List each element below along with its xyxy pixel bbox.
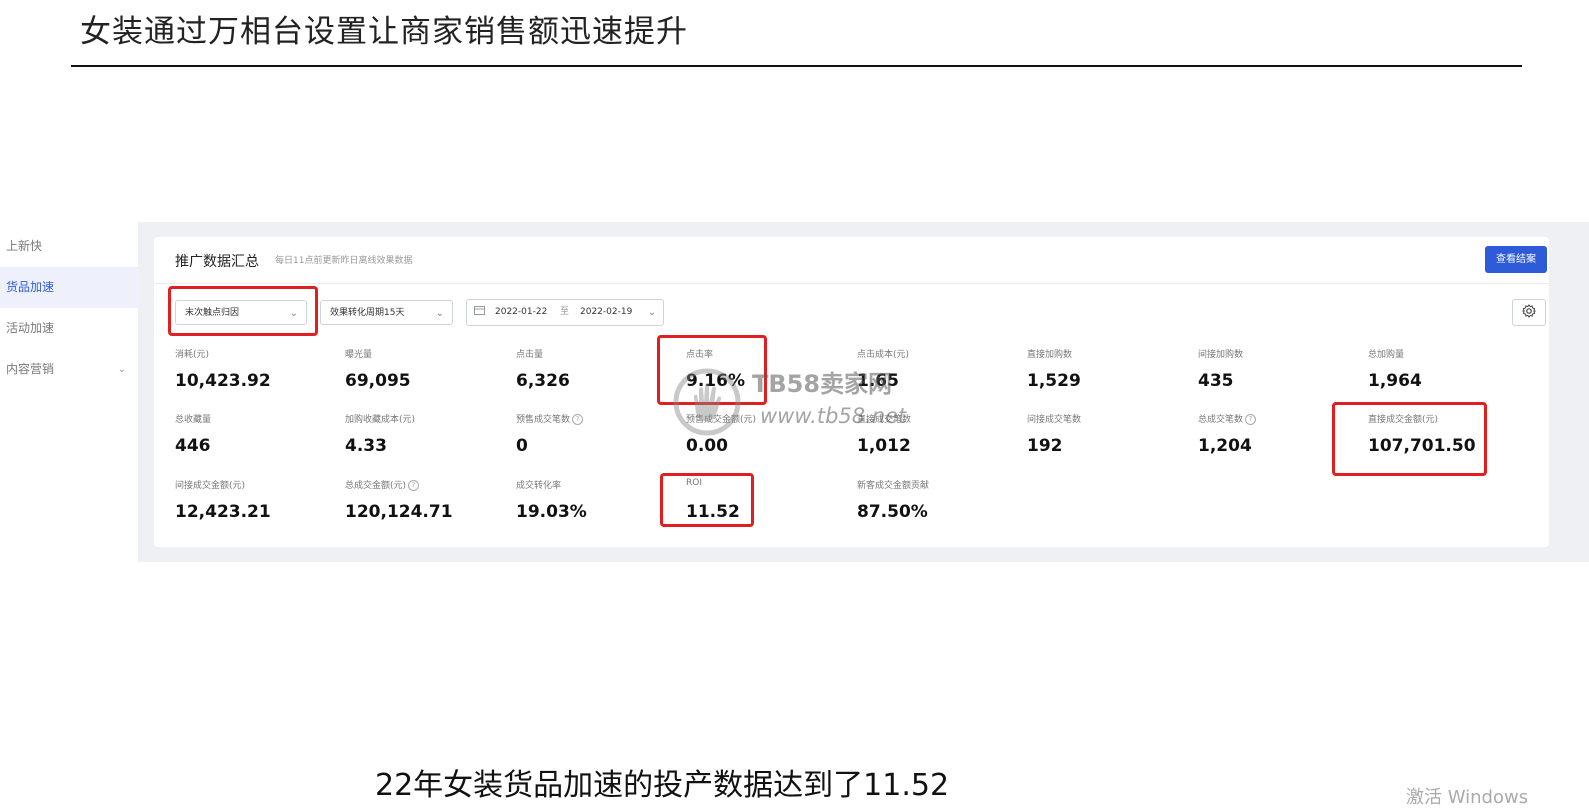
metric-label: 消耗(元) [175, 350, 210, 360]
metric-value: 1,012 [857, 436, 911, 456]
sidebar-item-product-boost[interactable]: 货品加速 [0, 267, 140, 308]
metric-label: 间接加购数 [1198, 350, 1244, 360]
metric-label: 点击成本(元) [857, 350, 910, 360]
metric-label: 直接加购数 [1027, 350, 1073, 360]
metric-value: 87.50% [857, 502, 928, 522]
metric-label: 曝光量 [345, 350, 373, 360]
highlight-direct-gmv [1332, 402, 1487, 476]
metric-label: 加购收藏成本(元) [345, 415, 416, 425]
calendar-icon [474, 300, 485, 325]
metric-label-text: 总成交金额(元) [345, 481, 407, 491]
metric-value: 120,124.71 [345, 502, 453, 522]
metric-value: 69,095 [345, 371, 411, 391]
metric-direct-cart: 直接加购数 1,529 [1027, 347, 1187, 391]
metric-value: 446 [175, 436, 211, 456]
metric-total-cart: 总加购量 1,964 [1368, 347, 1528, 391]
metric-indirect-orders: 间接成交笔数 192 [1027, 412, 1187, 456]
metric-value: 1,964 [1368, 371, 1422, 391]
metric-value: 4.33 [345, 436, 387, 456]
date-separator: 至 [560, 307, 570, 317]
highlight-roi [660, 473, 754, 527]
metric-impressions: 曝光量 69,095 [345, 347, 505, 391]
date-end: 2022-02-19 [580, 307, 633, 317]
help-icon[interactable]: ? [1245, 414, 1257, 425]
metric-clicks: 点击量 6,326 [516, 347, 676, 391]
chevron-down-icon: ⌄ [647, 307, 656, 318]
conversion-period-select[interactable]: 效果转化周期15天 ⌄ [320, 300, 453, 325]
metric-label: 总成交金额(元)? [345, 478, 505, 492]
watermark-brand: TB58卖家网 [752, 370, 893, 398]
panel-subtitle: 每日11点前更新昨日离线效果数据 [275, 256, 413, 266]
help-icon[interactable]: ? [408, 480, 420, 491]
help-icon[interactable]: ? [572, 414, 584, 425]
gear-icon [1521, 304, 1537, 321]
title-divider [71, 65, 1522, 67]
metric-value: 0.00 [686, 436, 728, 456]
metric-conversion-rate: 成交转化率 19.03% [516, 478, 676, 522]
panel-header: 推广数据汇总 每日11点前更新昨日离线效果数据 查看结案 [154, 237, 1549, 284]
settings-button[interactable] [1512, 299, 1546, 326]
metric-new-customer-contribution: 新客成交金额贡献 87.50% [857, 478, 1017, 522]
metric-label-text: 预售成交笔数 [516, 415, 571, 425]
metric-cost: 消耗(元) 10,423.92 [175, 347, 335, 391]
sidebar-item-content-marketing[interactable]: 内容营销 ⌄ [0, 349, 140, 390]
sidebar-item-label: 内容营销 [6, 362, 55, 376]
metric-value: 6,326 [516, 371, 570, 391]
metric-total-gmv: 总成交金额(元)? 120,124.71 [345, 478, 505, 522]
metric-label: 间接成交笔数 [1027, 415, 1082, 425]
sidebar-item-label: 活动加速 [6, 321, 55, 335]
windows-activation-notice: 激活 Windows [1406, 787, 1529, 808]
metric-label: 新客成交金额贡献 [857, 481, 930, 491]
metric-label: 预售成交笔数? [516, 412, 676, 426]
sidebar-item-new-arrival[interactable]: 上新快 [0, 226, 140, 267]
metric-total-favorites: 总收藏量 446 [175, 412, 335, 456]
metric-indirect-gmv: 间接成交金额(元) 12,423.21 [175, 478, 335, 522]
metric-value: 19.03% [516, 502, 587, 522]
metric-label: 总加购量 [1368, 350, 1405, 360]
slide-caption: 22年女装货品加速的投产数据达到了11.52 [375, 768, 950, 803]
watermark-url: www.tb58.net [760, 404, 907, 428]
highlight-attribution [168, 286, 318, 336]
metric-value: 10,423.92 [175, 371, 271, 391]
metric-indirect-cart: 间接加购数 435 [1198, 347, 1358, 391]
metric-value: 1,529 [1027, 371, 1081, 391]
view-report-button[interactable]: 查看结案 [1485, 246, 1547, 273]
panel-title: 推广数据汇总 [175, 254, 259, 270]
sidebar-item-label: 上新快 [6, 239, 43, 253]
date-start: 2022-01-22 [495, 307, 548, 317]
metric-label: 点击量 [516, 350, 544, 360]
sidebar-item-label: 货品加速 [6, 280, 55, 294]
metric-value: 435 [1198, 371, 1234, 391]
chevron-down-icon: ⌄ [435, 308, 444, 319]
sidebar-item-activity-boost[interactable]: 活动加速 [0, 308, 140, 349]
chevron-down-icon: ⌄ [117, 364, 126, 375]
metric-presale-orders: 预售成交笔数? 0 [516, 412, 676, 456]
metric-label: 成交转化率 [516, 481, 562, 491]
metric-label: 间接成交金额(元) [175, 481, 246, 491]
conversion-period-value: 效果转化周期15天 [330, 308, 405, 318]
date-range-picker[interactable]: 2022-01-22 至 2022-02-19 ⌄ [466, 299, 664, 326]
metric-label-text: 总成交笔数 [1198, 415, 1244, 425]
sidebar-nav: 上新快 货品加速 活动加速 内容营销 ⌄ [0, 226, 140, 390]
watermark-hand-logo [672, 367, 742, 437]
slide-title: 女装通过万相台设置让商家销售额迅速提升 [80, 14, 688, 50]
metric-value: 12,423.21 [175, 502, 271, 522]
metric-value: 192 [1027, 436, 1063, 456]
metric-value: 0 [516, 436, 528, 456]
metric-label: 总收藏量 [175, 415, 212, 425]
metric-cart-fav-cost: 加购收藏成本(元) 4.33 [345, 412, 505, 456]
